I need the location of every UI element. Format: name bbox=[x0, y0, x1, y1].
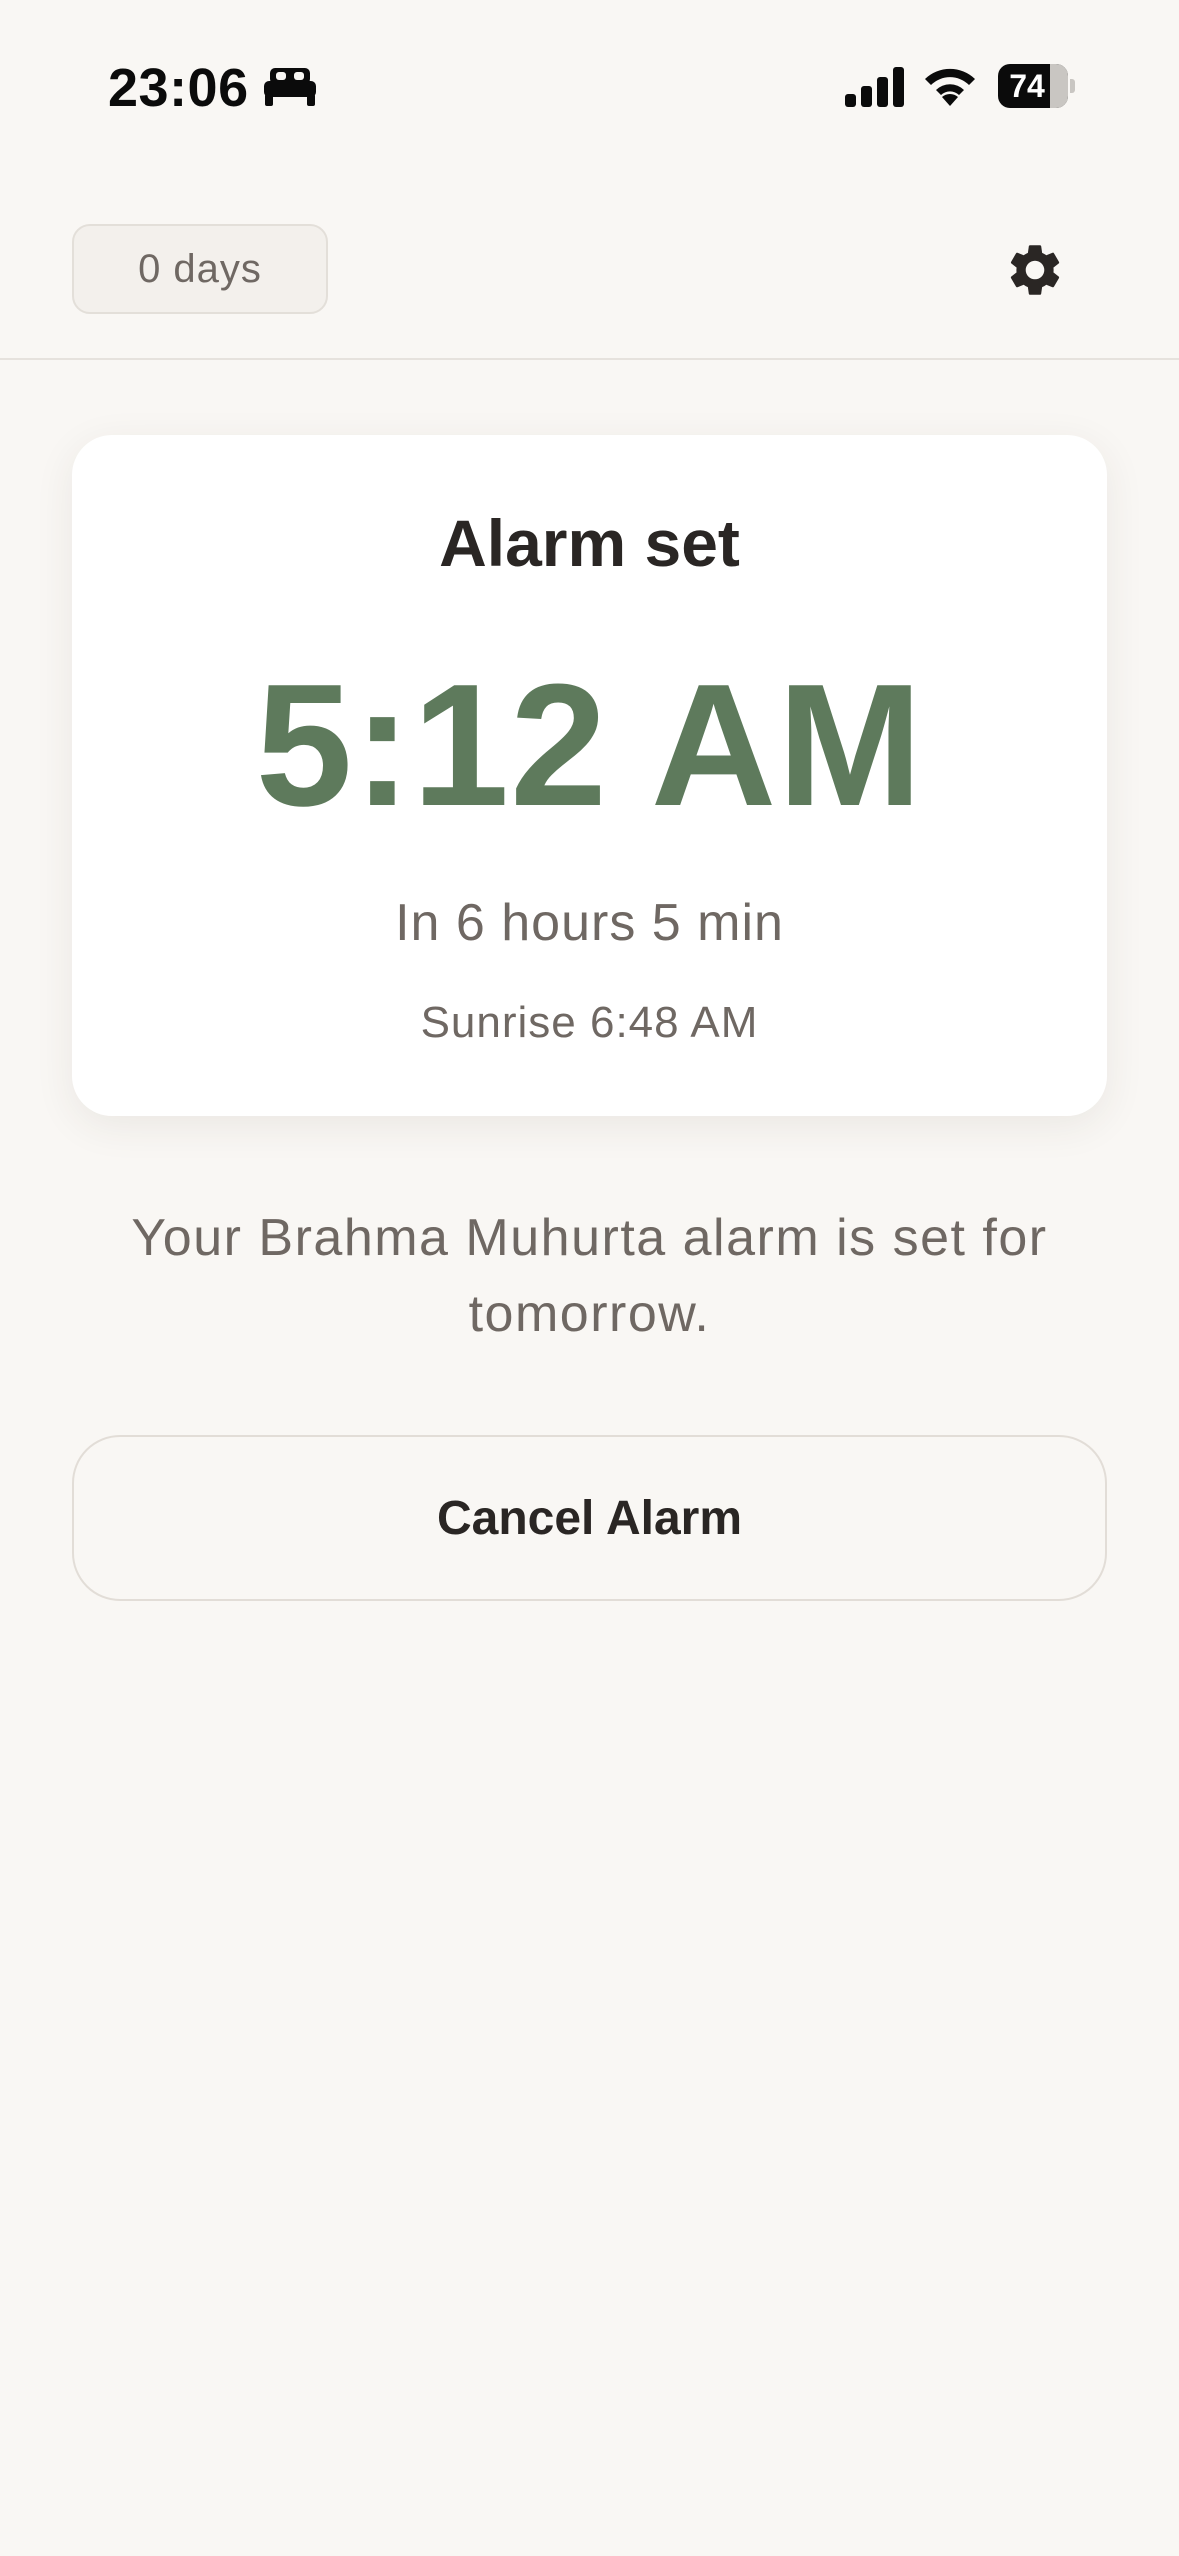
settings-button[interactable] bbox=[990, 225, 1080, 315]
app-screen: 23:06 74 0 days Alarm set 5:12 AM In 6 h… bbox=[0, 0, 1179, 2556]
sunrise-time: Sunrise 6:48 AM bbox=[420, 998, 759, 1047]
battery-icon: 74 bbox=[998, 64, 1075, 108]
bed-icon bbox=[264, 68, 316, 106]
app-header: 0 days bbox=[0, 175, 1179, 360]
info-message: Your Brahma Muhurta alarm is set for tom… bbox=[131, 1209, 1048, 1343]
card-title: Alarm set bbox=[439, 506, 740, 580]
alarm-card: Alarm set 5:12 AM In 6 hours 5 min Sunri… bbox=[72, 435, 1107, 1116]
signal-icon bbox=[845, 67, 904, 107]
streak-badge[interactable]: 0 days bbox=[72, 224, 328, 314]
status-time: 23:06 bbox=[108, 58, 249, 118]
battery-percent: 74 bbox=[1009, 68, 1045, 104]
alarm-time: 5:12 AM bbox=[255, 647, 924, 842]
status-bar: 23:06 74 bbox=[0, 0, 1179, 175]
battery-body: 74 bbox=[998, 64, 1068, 108]
cancel-alarm-button[interactable]: Cancel Alarm bbox=[72, 1435, 1107, 1601]
time-remaining: In 6 hours 5 min bbox=[395, 894, 784, 952]
gear-icon bbox=[1010, 245, 1060, 295]
battery-cap bbox=[1070, 79, 1075, 93]
wifi-icon bbox=[925, 68, 975, 106]
